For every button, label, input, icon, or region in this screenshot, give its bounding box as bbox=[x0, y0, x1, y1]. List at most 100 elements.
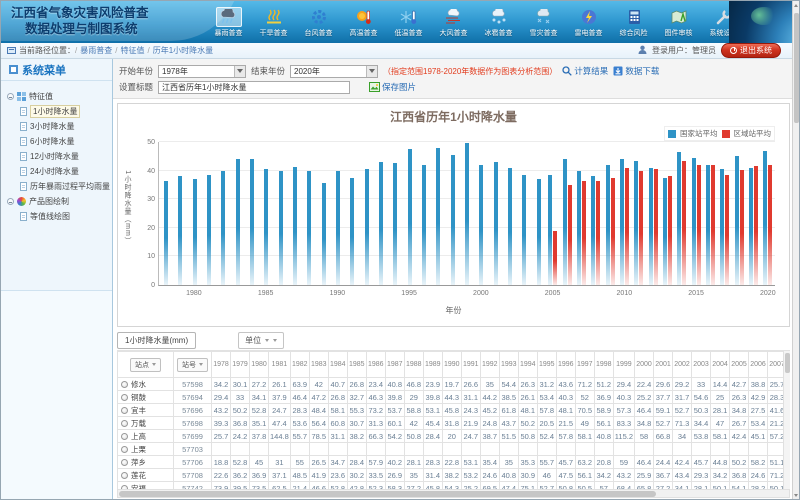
collapse-icon[interactable] bbox=[7, 93, 14, 100]
table-vertical-scrollbar[interactable] bbox=[783, 351, 790, 489]
table-tab-1h-precip[interactable]: 1小时降水量(mm) bbox=[117, 332, 196, 349]
station-data-table: 站点站号197819791980198119821983198419851986… bbox=[117, 351, 787, 489]
data-download-button[interactable]: 数据下载 bbox=[613, 65, 659, 77]
bar-national-avg bbox=[207, 175, 211, 285]
nav-item-wind[interactable]: 大风普查 bbox=[431, 5, 476, 40]
sidebar-group-feature-values[interactable]: 特征值 bbox=[7, 89, 109, 104]
sidebar-item-1h-precip[interactable]: 1小时降水量 bbox=[7, 104, 109, 119]
precip-value-cell: 46.6 bbox=[309, 482, 328, 490]
station-radio[interactable] bbox=[121, 420, 128, 427]
year-column-header: 2004 bbox=[711, 352, 730, 378]
precip-value-cell: 40.8 bbox=[385, 378, 404, 391]
table-row: 修水5759834.230.127.226.163.94240.726.823.… bbox=[118, 378, 787, 391]
precip-value-cell: 56.1 bbox=[575, 469, 594, 482]
sidebar-item-3h-precip[interactable]: 3小时降水量 bbox=[7, 119, 109, 134]
station-radio[interactable] bbox=[121, 446, 128, 453]
nav-item-rainstorm[interactable]: 暴雨普查 bbox=[206, 5, 251, 40]
precip-value-cell: 31.1 bbox=[461, 391, 480, 404]
precip-value-cell bbox=[480, 443, 499, 456]
scrollbar-thumb[interactable] bbox=[119, 491, 656, 497]
bar-national-avg bbox=[548, 175, 552, 285]
sidebar-item-12h-precip[interactable]: 12小时降水量 bbox=[7, 149, 109, 164]
bar-national-avg bbox=[322, 183, 326, 285]
bar-national-avg bbox=[307, 171, 311, 285]
breadcrumb-item-2[interactable]: 特征值 bbox=[120, 45, 144, 56]
precip-value-cell: 43.2 bbox=[212, 404, 231, 417]
nav-item-drought[interactable]: 干旱普查 bbox=[251, 5, 296, 40]
compute-result-button[interactable]: 计算结果 bbox=[562, 65, 608, 77]
bar-national-avg bbox=[350, 178, 354, 285]
precip-value-cell: 50.2 bbox=[730, 456, 749, 469]
breadcrumb-item-1[interactable]: 暴雨普查 bbox=[80, 45, 112, 56]
precip-value-cell: 73.5 bbox=[250, 482, 269, 490]
precip-value-cell: 26.1 bbox=[269, 378, 291, 391]
scrollbar-thumb[interactable] bbox=[794, 13, 799, 123]
breadcrumb-item-3[interactable]: 历年1小时降水量 bbox=[153, 45, 213, 56]
bar-group-2020 bbox=[761, 142, 775, 285]
x-tick: 1980 bbox=[186, 290, 202, 297]
precip-value-cell: 28.1 bbox=[404, 456, 423, 469]
precip-value-cell: 24.6 bbox=[749, 469, 768, 482]
nav-item-lightning[interactable]: 雷电普查 bbox=[566, 5, 611, 40]
precip-value-cell: 115.2 bbox=[613, 430, 634, 443]
station-radio[interactable] bbox=[121, 459, 128, 466]
precip-value-cell: 35.4 bbox=[480, 456, 499, 469]
precip-value-cell: 42 bbox=[309, 378, 328, 391]
year-column-header: 1993 bbox=[499, 352, 518, 378]
precip-value-cell: 36.9 bbox=[594, 391, 613, 404]
precip-value-cell: 30.2 bbox=[347, 469, 366, 482]
save-image-button[interactable]: 保存图片 bbox=[369, 81, 416, 93]
start-year-select[interactable]: 1978年 bbox=[158, 65, 246, 78]
wind-icon bbox=[441, 7, 467, 27]
window-vertical-scrollbar[interactable] bbox=[792, 1, 799, 499]
nav-item-hail[interactable]: 冰雹普查 bbox=[476, 5, 521, 40]
sidebar-item-6h-precip[interactable]: 6小时降水量 bbox=[7, 134, 109, 149]
sidebar-item-24h-precip[interactable]: 24小时降水量 bbox=[7, 164, 109, 179]
year-column-header: 1978 bbox=[212, 352, 231, 378]
sidebar-item-process-avg[interactable]: 历年暴雨过程平均雨量 bbox=[7, 179, 109, 194]
scroll-up-arrow[interactable] bbox=[793, 1, 799, 9]
nav-item-low-temp[interactable]: 低温普查 bbox=[386, 5, 431, 40]
precip-value-cell: 25.9 bbox=[635, 469, 654, 482]
collapse-icon[interactable] bbox=[7, 198, 14, 205]
nav-item-risk[interactable]: 综合风险 bbox=[611, 5, 656, 40]
sidebar-item-isoline-map[interactable]: 等值线绘图 bbox=[7, 209, 109, 224]
bar-national-avg bbox=[763, 151, 767, 285]
year-column-header: 1998 bbox=[594, 352, 613, 378]
station-id-column-header[interactable]: 站号 bbox=[177, 358, 208, 372]
end-year-select[interactable]: 2020年 bbox=[290, 65, 378, 78]
bar-group-2014 bbox=[675, 142, 689, 285]
unit-dropdown[interactable]: 单位 bbox=[238, 332, 284, 349]
table-horizontal-scrollbar[interactable] bbox=[117, 489, 790, 498]
logout-button[interactable]: 退出系统 bbox=[721, 43, 781, 58]
station-radio[interactable] bbox=[121, 472, 128, 479]
nav-item-snow[interactable]: 雪灾普查 bbox=[521, 5, 566, 40]
table-row: 安福5774273.939.573.562.521.446.652.842.85… bbox=[118, 482, 787, 490]
precip-value-cell: 63.9 bbox=[290, 378, 309, 391]
nav-item-map-audit[interactable]: 图件审核 bbox=[656, 5, 701, 40]
end-year-label: 结束年份 bbox=[251, 65, 285, 77]
sidebar-group-product-maps[interactable]: 产品图绘制 bbox=[7, 194, 109, 209]
precip-value-cell bbox=[556, 443, 575, 456]
page-icon bbox=[20, 167, 27, 176]
bar-group-1984 bbox=[245, 142, 259, 285]
station-radio[interactable] bbox=[121, 394, 128, 401]
precip-value-cell: 60.1 bbox=[385, 417, 404, 430]
sidebar: 系统菜单 特征值 1小时降水量 3小时降水量 6小时降水 bbox=[1, 59, 113, 499]
nav-item-typhoon[interactable]: 台风普查 bbox=[296, 5, 341, 40]
chart-title-input[interactable]: 江西省历年1小时降水量 bbox=[158, 81, 350, 94]
bar-national-avg bbox=[408, 149, 412, 285]
bar-national-avg bbox=[663, 178, 667, 285]
station-column-header[interactable]: 站点 bbox=[130, 358, 161, 372]
station-radio[interactable] bbox=[121, 407, 128, 414]
precip-value-cell bbox=[461, 443, 480, 456]
query-controls: 开始年份 1978年 结束年份 2020年 （指定范围1978-2020年数据作… bbox=[113, 59, 792, 99]
precip-value-cell: 40.7 bbox=[328, 378, 347, 391]
bar-national-avg bbox=[591, 176, 595, 285]
nav-item-high-temp[interactable]: 高温普查 bbox=[341, 5, 386, 40]
scroll-down-arrow[interactable] bbox=[793, 491, 799, 499]
station-radio[interactable] bbox=[121, 381, 128, 388]
station-radio[interactable] bbox=[121, 433, 128, 440]
bar-group-2005 bbox=[546, 142, 560, 285]
precip-value-cell: 45.2 bbox=[480, 404, 499, 417]
